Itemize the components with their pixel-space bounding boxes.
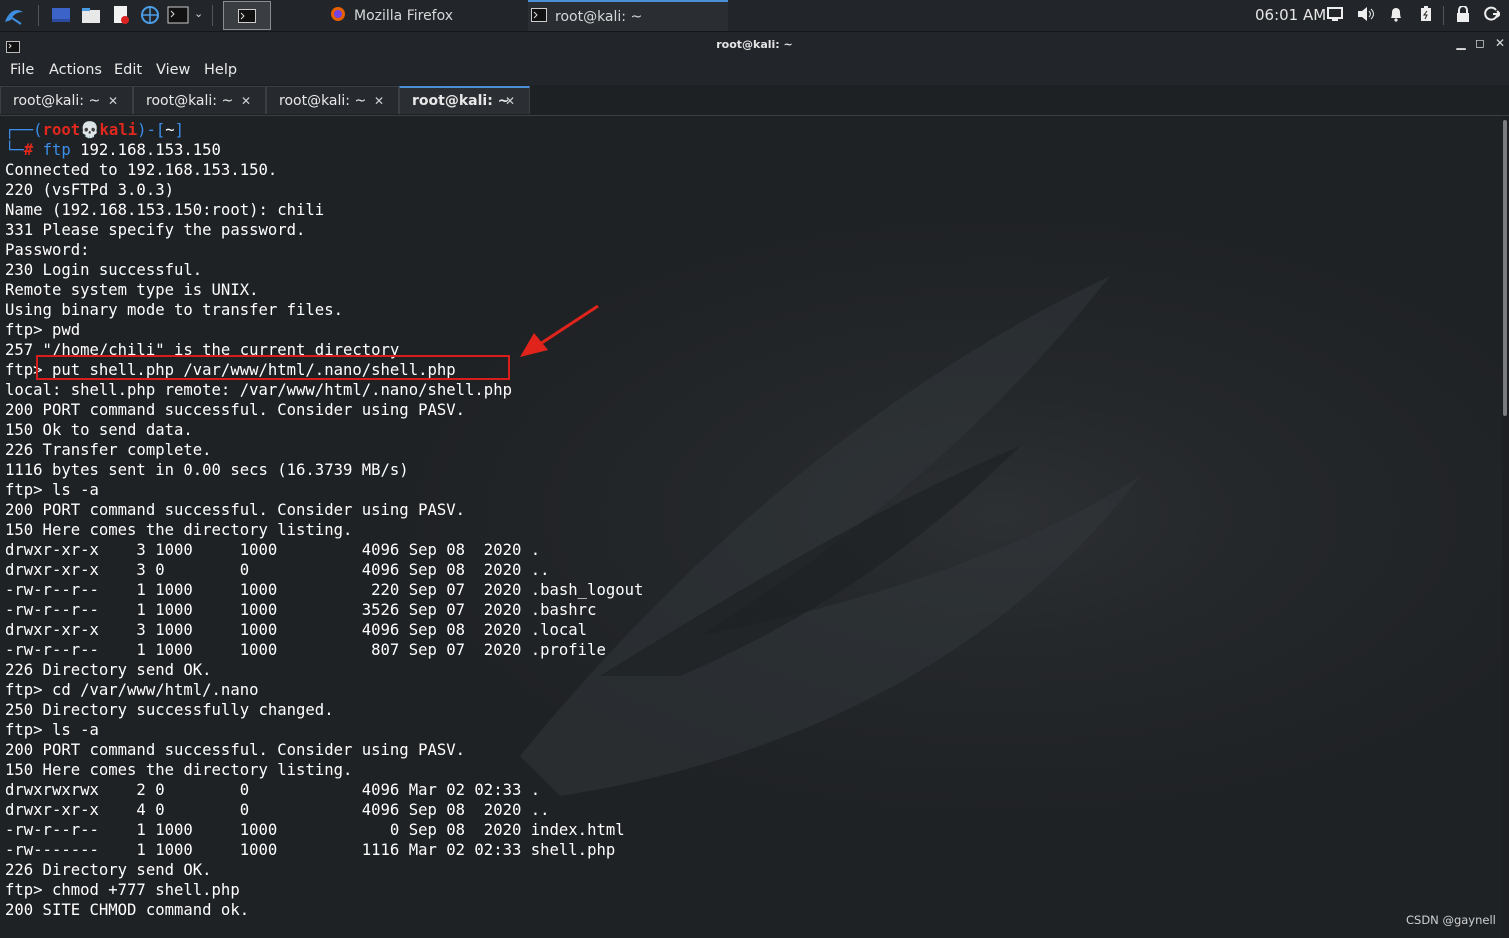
terminal-line: drwxrwxrwx 2 0 0 4096 Mar 02 02:33 . (5, 781, 541, 799)
terminal-line: 1116 bytes sent in 0.00 secs (16.3739 MB… (5, 461, 409, 479)
volume-icon[interactable] (1357, 6, 1375, 24)
terminal-line: local: shell.php remote: /var/www/html/.… (5, 381, 512, 399)
terminal-line: 150 Ok to send data. (5, 421, 193, 439)
prompt-hash: # (23, 141, 34, 159)
terminal-line: 200 SITE CHMOD command ok. (5, 901, 250, 919)
prompt-header: ┌──(root💀kali)-[~] (5, 121, 185, 139)
terminal-line: drwxr-xr-x 3 1000 1000 4096 Sep 08 2020 … (5, 621, 588, 639)
firefox-icon (330, 6, 346, 26)
prompt-command-line: └─# ftp 192.168.153.150 (5, 141, 221, 159)
terminal-line: -rw-r--r-- 1 1000 1000 0 Sep 08 2020 ind… (5, 821, 625, 839)
close-icon[interactable]: ✕ (1493, 36, 1507, 50)
notifications-icon[interactable] (1388, 6, 1406, 24)
tab-bar: root@kali: ~ ✕ root@kali: ~ ✕ root@kali:… (0, 85, 1509, 116)
clock[interactable]: 06:01 AM (1255, 6, 1326, 24)
file-manager-icon[interactable] (80, 4, 102, 26)
terminal-line: 200 PORT command successful. Consider us… (5, 401, 466, 419)
panel-separator (1443, 6, 1444, 25)
taskbar-firefox[interactable]: Mozilla Firefox (330, 0, 525, 31)
tab-terminal-3[interactable]: root@kali: ~ ✕ (266, 86, 399, 114)
tab-terminal-2[interactable]: root@kali: ~ ✕ (133, 86, 266, 114)
panel-separator (38, 5, 39, 26)
close-tab-icon[interactable]: ✕ (505, 94, 515, 108)
menu-edit[interactable]: Edit (114, 62, 142, 78)
terminal-launcher-icon[interactable] (167, 4, 189, 26)
terminal-line: drwxr-xr-x 4 0 0 4096 Sep 08 2020 .. (5, 801, 550, 819)
terminal-line: 200 PORT command successful. Consider us… (5, 501, 466, 519)
menu-view[interactable]: View (156, 62, 190, 78)
terminal-line: ftp> ls -a (5, 721, 99, 739)
terminal-line: ftp> chmod +777 shell.php (5, 881, 240, 899)
watermark: CSDN @gaynell (1406, 913, 1496, 927)
minimize-icon[interactable]: ▁ (1454, 36, 1468, 50)
tab-label: root@kali: ~ (412, 93, 510, 109)
menu-file[interactable]: File (10, 62, 34, 78)
logout-icon[interactable] (1484, 6, 1502, 24)
terminal-line: 150 Here comes the directory listing. (5, 521, 353, 539)
menu-actions[interactable]: Actions (49, 62, 102, 78)
terminal-line: 331 Please specify the password. (5, 221, 306, 239)
prompt-command: ftp (42, 141, 71, 159)
terminal-line: ftp> ls -a (5, 481, 99, 499)
web-browser-icon[interactable] (139, 4, 161, 26)
terminal-line: Remote system type is UNIX. (5, 281, 259, 299)
top-panel: ⌄ Mozilla Firefox root@kali: ~ 06:01 AM (0, 0, 1509, 32)
terminal-line: 220 (vsFTPd 3.0.3) (5, 181, 174, 199)
display-icon[interactable] (1327, 6, 1345, 24)
close-tab-icon[interactable]: ✕ (241, 94, 251, 108)
terminal-line: Name (192.168.153.150:root): chili (5, 201, 325, 219)
text-editor-icon[interactable] (110, 4, 132, 26)
terminal-line: 226 Directory send OK. (5, 861, 212, 879)
terminal-line: 226 Transfer complete. (5, 441, 212, 459)
terminal-line: -rw-r--r-- 1 1000 1000 807 Sep 07 2020 .… (5, 641, 606, 659)
tab-terminal-1[interactable]: root@kali: ~ ✕ (0, 86, 133, 114)
terminal-icon (531, 7, 547, 26)
close-tab-icon[interactable]: ✕ (374, 94, 384, 108)
terminal-line: 226 Directory send OK. (5, 661, 212, 679)
terminal-line: Using binary mode to transfer files. (5, 301, 343, 319)
panel-separator (212, 5, 213, 26)
annotation-highlight-box (36, 355, 510, 380)
terminal-line: -rw-r--r-- 1 1000 1000 220 Sep 07 2020 .… (5, 581, 644, 599)
scrollbar-thumb[interactable] (1503, 120, 1507, 416)
terminal-line: drwxr-xr-x 3 1000 1000 4096 Sep 08 2020 … (5, 541, 541, 559)
terminal-line: ftp> pwd (5, 321, 81, 339)
terminal-line: 150 Here comes the directory listing. (5, 761, 353, 779)
menu-help[interactable]: Help (204, 62, 237, 78)
tab-label: root@kali: ~ (13, 92, 101, 109)
tab-label: root@kali: ~ (146, 92, 234, 109)
terminal-line: -rw------- 1 1000 1000 1116 Mar 02 02:33… (5, 841, 616, 859)
lock-screen-icon[interactable] (1455, 5, 1473, 24)
tab-terminal-4[interactable]: root@kali: ~ ✕ (399, 86, 530, 114)
terminal-view[interactable]: ┌──(root💀kali)-[~] └─# ftp 192.168.153.1… (0, 116, 1502, 938)
tab-label: root@kali: ~ (279, 92, 367, 109)
terminal-line: Connected to 192.168.153.150. (5, 161, 278, 179)
prompt-host: kali (99, 121, 138, 139)
workspace-terminal-thumb[interactable] (223, 1, 271, 30)
maximize-icon[interactable]: ◻ (1473, 36, 1487, 50)
prompt-args: 192.168.153.150 (70, 141, 221, 159)
kali-menu-icon[interactable] (3, 4, 25, 26)
menubar: File Actions Edit View Help (0, 57, 1509, 85)
terminal-line: ftp> cd /var/www/html/.nano (5, 681, 259, 699)
terminal-line: drwxr-xr-x 3 0 0 4096 Sep 08 2020 .. (5, 561, 550, 579)
window-title: root@kali: ~ (716, 38, 793, 51)
terminal-line: -rw-r--r-- 1 1000 1000 3526 Sep 07 2020 … (5, 601, 597, 619)
taskbar-task-label: Mozilla Firefox (354, 7, 454, 24)
prompt-path: ~ (165, 121, 175, 139)
power-manager-icon[interactable] (1419, 6, 1437, 24)
terminal-line: Password: (5, 241, 90, 259)
close-tab-icon[interactable]: ✕ (108, 94, 118, 108)
taskbar-task-label: root@kali: ~ (555, 8, 643, 25)
prompt-user: root (42, 121, 81, 139)
terminal-line: 250 Directory successfully changed. (5, 701, 334, 719)
window-titlebar[interactable]: root@kali: ~ ▁ ◻ ✕ (0, 32, 1509, 57)
terminal-line: 200 PORT command successful. Consider us… (5, 741, 466, 759)
terminal-line: 230 Login successful. (5, 261, 203, 279)
chevron-down-icon[interactable]: ⌄ (194, 7, 203, 20)
taskbar-terminal[interactable]: root@kali: ~ (528, 0, 728, 31)
annotation-arrow (520, 304, 599, 357)
show-desktop-icon[interactable] (50, 4, 72, 26)
